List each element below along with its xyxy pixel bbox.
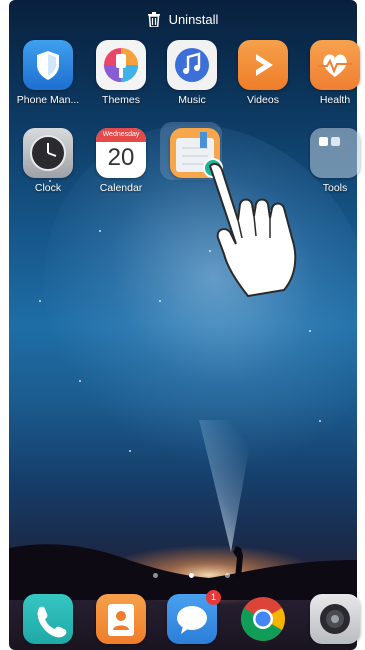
app-themes[interactable] [96,40,146,90]
app-label: Phone Man... [16,94,80,106]
trash-icon [147,12,160,27]
dock-camera[interactable] [310,594,360,644]
hand-gesture-icon [208,162,297,298]
dock-contacts[interactable] [96,594,146,644]
app-label: Health [319,94,351,106]
app-calendar[interactable]: Wednesday 20 [96,128,146,178]
heart-icon [318,54,352,77]
calendar-weekday: Wednesday [96,128,146,142]
page-indicator-dot[interactable] [225,573,230,578]
phone-icon [37,606,67,638]
chrome-icon [241,597,285,641]
page-indicator-dot-active[interactable] [189,573,194,578]
camera-icon [320,604,350,634]
calendar-day: 20 [107,144,135,171]
app-videos[interactable] [238,40,288,90]
app-label: Calendar [99,182,143,194]
app-phone-manager[interactable] [23,40,73,90]
uninstall-drop-target[interactable]: Uninstall [0,12,365,27]
page-indicator-dot[interactable] [153,573,158,578]
calendar-icon: Wednesday 20 [96,128,146,178]
shield-icon [37,51,59,80]
paintbrush-icon [104,48,138,82]
app-label: Themes [102,94,140,106]
uninstall-label: Uninstall [168,12,219,27]
dock-phone[interactable] [23,594,73,644]
messaging-unread-badge: 1 [206,590,221,605]
app-music[interactable] [167,40,217,90]
clock-icon [30,135,66,171]
app-label: Videos [247,94,279,106]
contacts-icon [108,604,134,636]
app-label: Music [178,94,206,106]
app-health[interactable] [310,40,360,90]
play-icon [256,54,273,76]
app-label: Clock [34,182,62,194]
dock-chrome[interactable] [238,594,288,644]
music-note-icon [175,48,209,82]
app-clock[interactable] [23,128,73,178]
